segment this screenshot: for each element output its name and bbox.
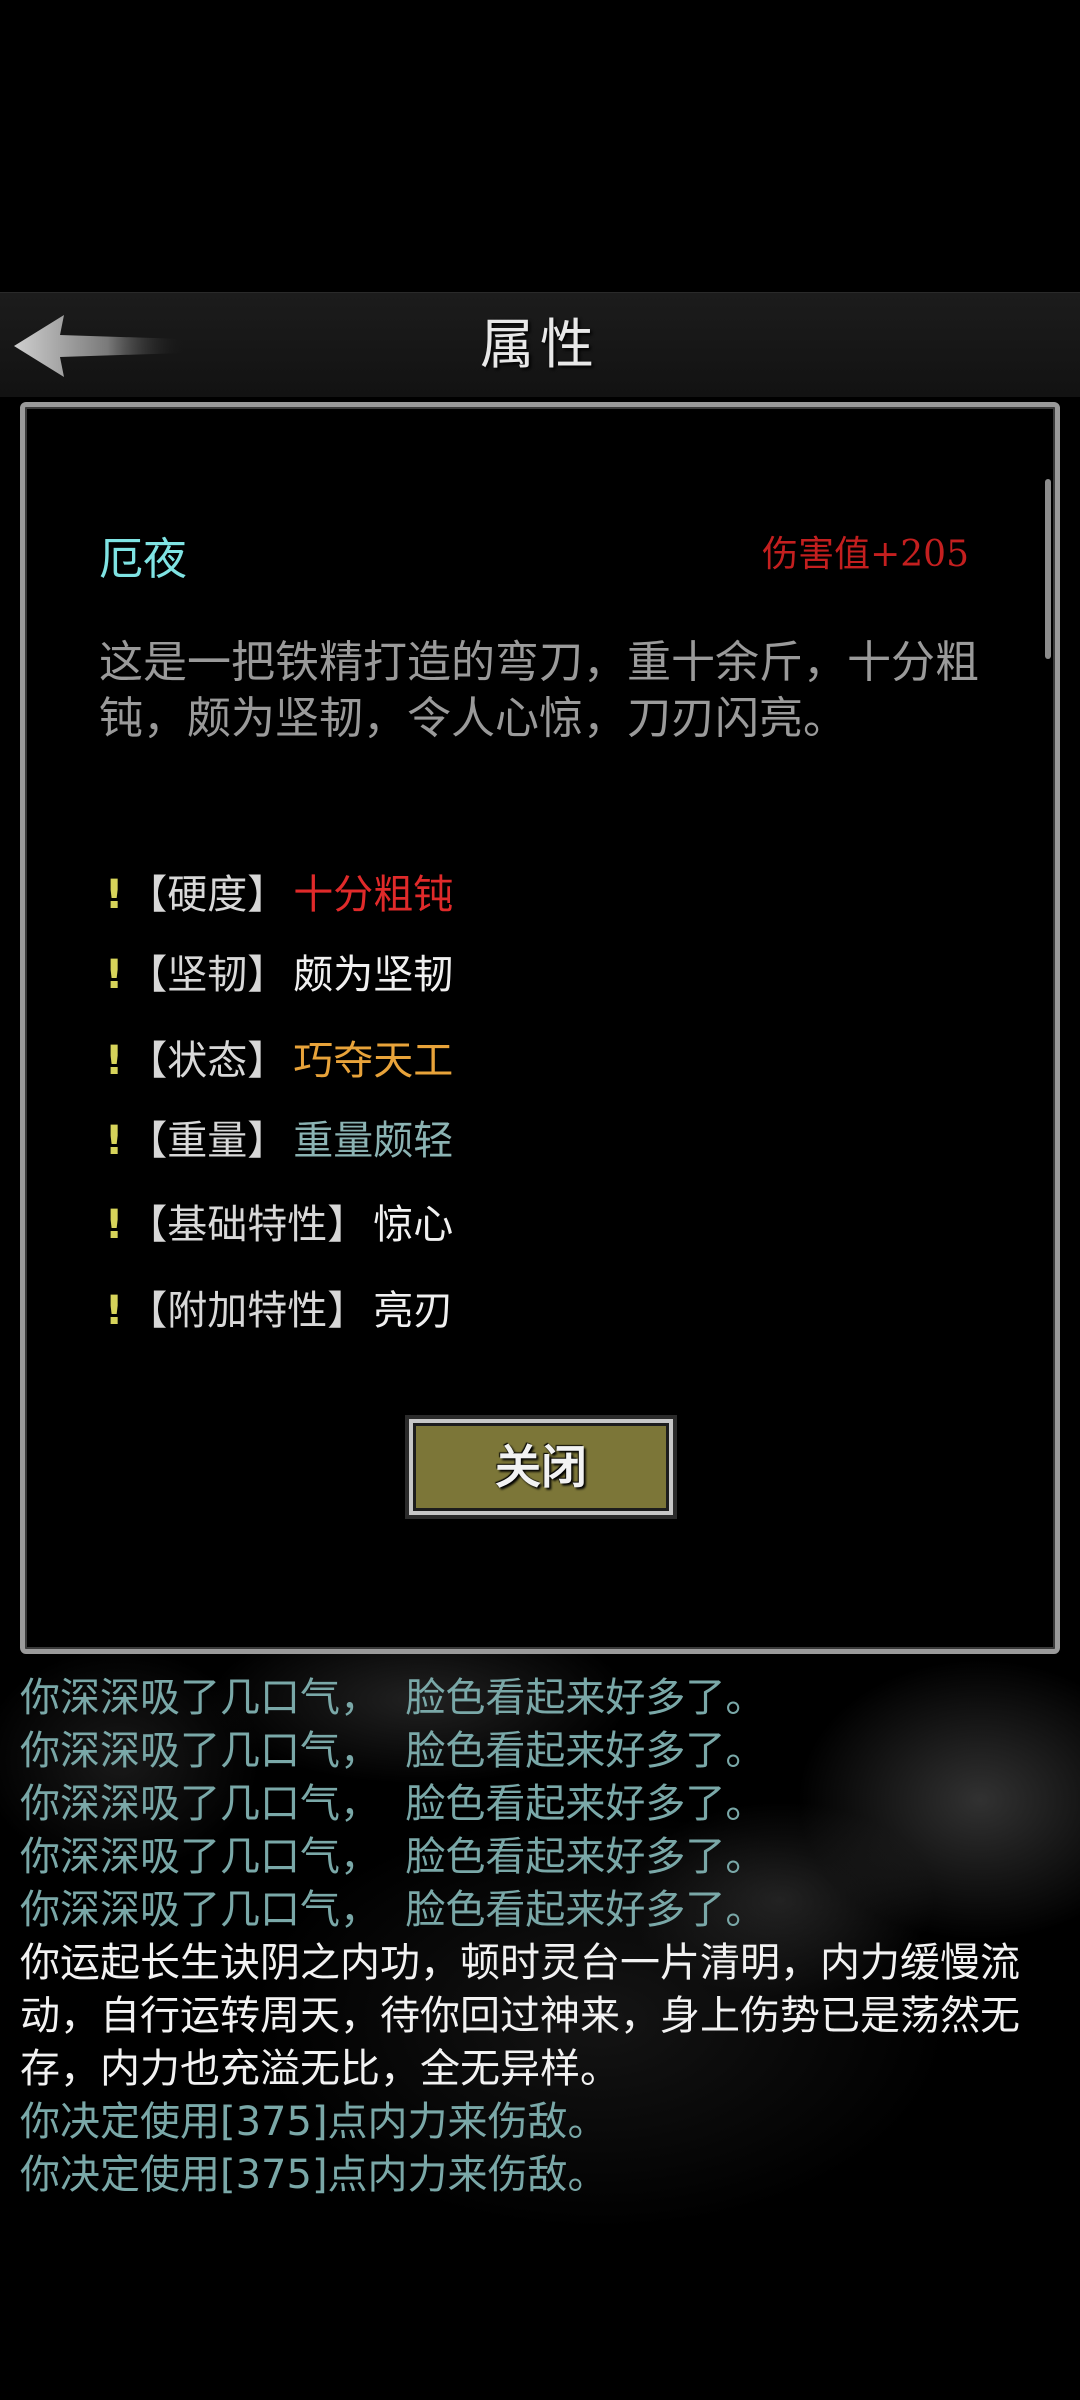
damage-value: 伤害值+205 — [762, 534, 969, 575]
log-line: 你深深吸了几口气， 脸色看起来好多了。 — [20, 1834, 766, 1880]
attribute-label: 【坚韧】 — [127, 952, 288, 998]
message-log: 你深深吸了几口气， 脸色看起来好多了。 你深深吸了几口气， 脸色看起来好多了。 … — [20, 1672, 1060, 2202]
attribute-dialog: 厄夜 伤害值+205 这是一把铁精打造的弯刀，重十余斤，十分粗钝，颇为坚韧，令人… — [20, 402, 1060, 1654]
log-line: 你深深吸了几口气， 脸色看起来好多了。 — [20, 1675, 766, 1721]
attribute-value: 颇为坚韧 — [293, 952, 454, 998]
attribute-label: 【状态】 — [127, 1038, 288, 1084]
item-name: 厄夜 — [99, 534, 187, 585]
exclamation-icon: ! — [105, 872, 124, 918]
log-line: 你决定使用[375]点内力来伤敌。 — [20, 2152, 608, 2198]
attribute-label: 【基础特性】 — [127, 1202, 368, 1248]
attribute-row: ! 【重量】 重量颇轻 — [105, 1113, 453, 1169]
exclamation-icon: ! — [105, 1038, 124, 1084]
attribute-row: ! 【附加特性】 亮刃 — [105, 1283, 453, 1339]
log-line: 你深深吸了几口气， 脸色看起来好多了。 — [20, 1728, 766, 1774]
header-bar: 属性 — [0, 292, 1080, 397]
attribute-value: 十分粗钝 — [293, 872, 454, 918]
exclamation-icon: ! — [105, 1202, 124, 1248]
close-button-label: 关闭 — [495, 1440, 587, 1494]
log-line: 你决定使用[375]点内力来伤敌。 — [20, 2099, 608, 2145]
exclamation-icon: ! — [105, 952, 124, 998]
attribute-label: 【硬度】 — [127, 872, 288, 918]
exclamation-icon: ! — [105, 1288, 124, 1334]
attribute-label: 【附加特性】 — [127, 1288, 368, 1334]
attribute-value: 惊心 — [373, 1202, 454, 1248]
log-line: 你深深吸了几口气， 脸色看起来好多了。 — [20, 1887, 766, 1933]
attribute-row: ! 【基础特性】 惊心 — [105, 1197, 453, 1253]
attribute-value: 亮刃 — [373, 1288, 454, 1334]
scrollbar[interactable] — [1045, 479, 1051, 659]
close-button[interactable]: 关闭 — [409, 1419, 673, 1515]
attribute-label: 【重量】 — [127, 1118, 288, 1164]
item-description: 这是一把铁精打造的弯刀，重十余斤，十分粗钝，颇为坚韧，令人心惊，刀刃闪亮。 — [99, 637, 979, 744]
log-line: 你运起长生诀阴之内功，顿时灵台一片清明，内力缓慢流动，自行运转周天，待你回过神来… — [20, 1940, 1020, 2092]
log-line: 你深深吸了几口气， 脸色看起来好多了。 — [20, 1781, 766, 1827]
attribute-row: ! 【状态】 巧夺天工 — [105, 1033, 453, 1089]
attribute-value: 巧夺天工 — [293, 1038, 454, 1084]
attribute-row: ! 【硬度】 十分粗钝 — [105, 867, 453, 923]
page-title: 属性 — [480, 313, 600, 376]
game-screen: 属性 厄夜 伤害值+205 这是一把铁精打造的弯刀，重十余斤，十分粗钝，颇为坚韧… — [0, 0, 1080, 2400]
attribute-row: ! 【坚韧】 颇为坚韧 — [105, 947, 453, 1003]
exclamation-icon: ! — [105, 1118, 124, 1164]
attribute-value: 重量颇轻 — [293, 1118, 454, 1164]
